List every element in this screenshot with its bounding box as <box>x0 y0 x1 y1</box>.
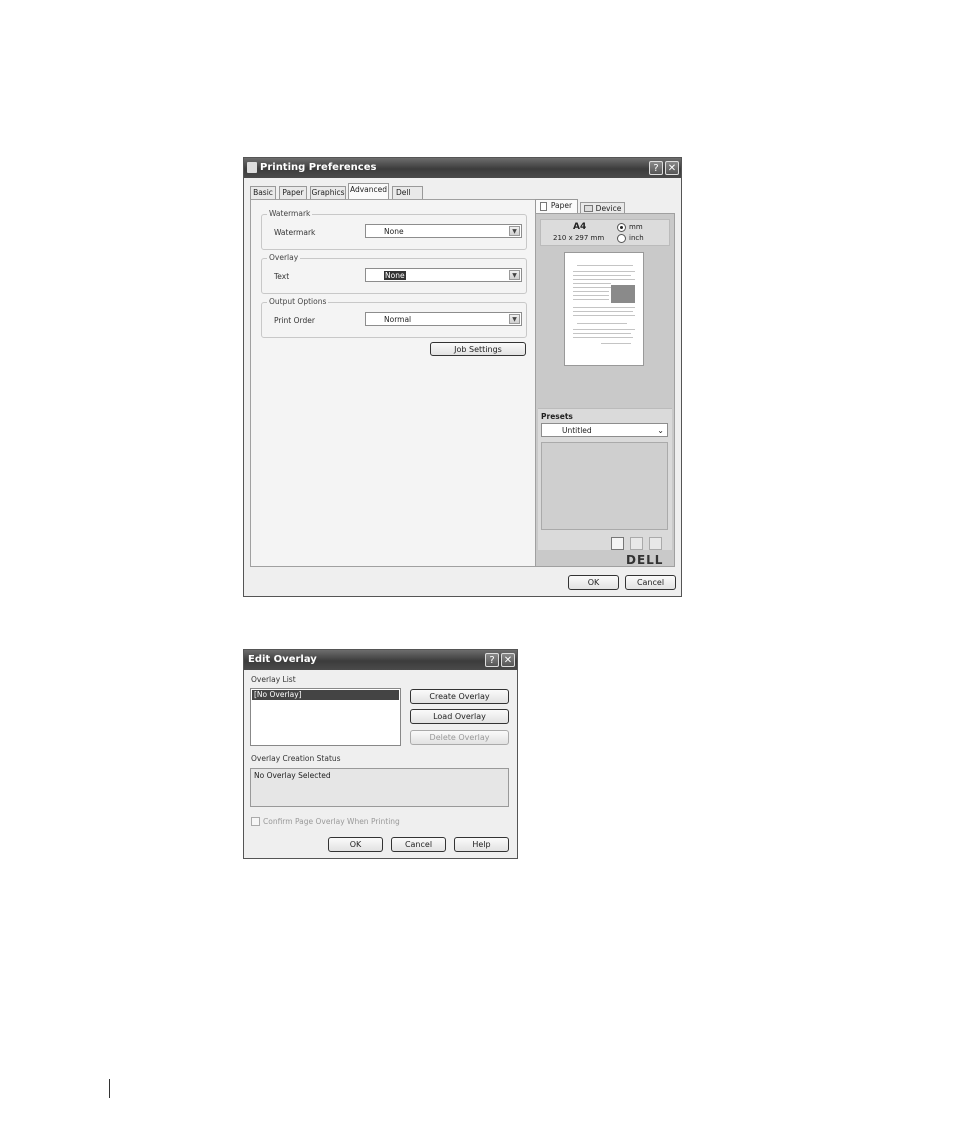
text-line <box>573 315 635 316</box>
tab-preview-paper[interactable]: Paper <box>535 199 578 214</box>
overlay-group: Overlay Text None ▼ <box>261 253 527 294</box>
window-title: Edit Overlay <box>248 654 317 665</box>
delete-overlay-button[interactable]: Delete Overlay <box>410 730 509 745</box>
list-item[interactable]: [No Overlay] <box>252 690 399 700</box>
watermark-value: None <box>384 227 404 236</box>
confirm-overlay-checkbox[interactable] <box>251 817 260 826</box>
text-line <box>573 295 609 296</box>
watermark-group: Watermark Watermark None ▼ <box>261 209 527 250</box>
window-title: Printing Preferences <box>260 162 377 173</box>
print-order-select[interactable]: Normal ▼ <box>365 312 522 326</box>
page-margin-line <box>109 1079 110 1098</box>
title-bar[interactable]: Edit Overlay <box>244 650 517 670</box>
print-order-label: Print Order <box>274 316 315 325</box>
help-button[interactable]: ? <box>649 161 663 175</box>
chevron-down-icon[interactable]: ▼ <box>509 270 520 280</box>
printer-icon <box>584 205 593 212</box>
text-line <box>573 279 635 280</box>
paper-info: A4 210 x 297 mm mm inch <box>540 219 670 246</box>
print-order-value: Normal <box>384 315 412 324</box>
load-overlay-button[interactable]: Load Overlay <box>410 709 509 724</box>
unit-mm-label: mm <box>629 223 643 231</box>
text-line <box>573 291 609 292</box>
paper-size: 210 x 297 mm <box>553 234 605 242</box>
close-button[interactable]: ✕ <box>501 653 515 667</box>
list-item-label: [No Overlay] <box>254 690 302 699</box>
preview-tab-strip: Paper Device <box>535 199 675 214</box>
tab-strip: Basic Paper Graphics Advanced Dell <box>250 183 540 200</box>
chevron-down-icon[interactable]: ⌄ <box>657 424 664 437</box>
text-line <box>573 283 611 284</box>
paper-name: A4 <box>573 222 587 232</box>
save-preset-icon[interactable] <box>630 537 643 550</box>
printing-preferences-window: Printing Preferences ? ✕ Basic Paper Gra… <box>243 157 682 597</box>
overlay-text-label: Text <box>274 272 290 281</box>
chevron-down-icon[interactable]: ▼ <box>509 226 520 236</box>
text-line <box>573 307 635 308</box>
help-button[interactable]: ? <box>485 653 499 667</box>
page-icon <box>540 202 547 211</box>
unit-inch-label: inch <box>629 234 644 242</box>
tab-graphics[interactable]: Graphics <box>310 186 346 199</box>
close-button[interactable]: ✕ <box>665 161 679 175</box>
presets-box: Presets Untitled ⌄ <box>538 408 672 550</box>
text-line <box>577 265 633 266</box>
radio-dot <box>620 226 623 229</box>
advanced-panel: Watermark Watermark None ▼ Overlay Text … <box>250 199 536 567</box>
output-options-group: Output Options Print Order Normal ▼ <box>261 297 527 338</box>
page-preview <box>564 252 644 366</box>
text-line <box>573 337 633 338</box>
overlay-group-label: Overlay <box>267 253 301 262</box>
title-bar[interactable]: Printing Preferences <box>244 158 681 178</box>
cancel-button[interactable]: Cancel <box>391 837 446 852</box>
presets-label: Presets <box>541 412 573 421</box>
printer-icon <box>247 162 257 173</box>
watermark-group-label: Watermark <box>267 209 313 218</box>
text-line <box>573 329 635 330</box>
watermark-label: Watermark <box>274 228 316 237</box>
text-line <box>577 323 627 324</box>
text-line <box>573 299 609 300</box>
unit-mm-radio[interactable] <box>617 223 626 232</box>
text-line <box>573 271 635 272</box>
overlay-status-box: No Overlay Selected <box>250 768 509 807</box>
output-options-group-label: Output Options <box>267 297 329 306</box>
photo-thumbnail <box>611 285 635 303</box>
edit-overlay-window: Edit Overlay ? ✕ Overlay List [No Overla… <box>243 649 518 859</box>
tab-dell[interactable]: Dell <box>392 186 423 199</box>
help-dialog-button[interactable]: Help <box>454 837 509 852</box>
overlay-select[interactable]: None ▼ <box>365 268 522 282</box>
preset-value: Untitled <box>562 426 592 435</box>
unit-inch-radio[interactable] <box>617 234 626 243</box>
text-line <box>573 275 631 276</box>
delete-preset-icon[interactable] <box>649 537 662 550</box>
overlay-list-label: Overlay List <box>251 675 296 684</box>
chevron-down-icon[interactable]: ▼ <box>509 314 520 324</box>
cancel-button[interactable]: Cancel <box>625 575 676 590</box>
text-line <box>573 287 611 288</box>
overlay-list[interactable]: [No Overlay] <box>250 688 401 746</box>
watermark-select[interactable]: None ▼ <box>365 224 522 238</box>
text-line <box>573 333 631 334</box>
ok-button[interactable]: OK <box>568 575 619 590</box>
ok-button[interactable]: OK <box>328 837 383 852</box>
overlay-value: None <box>384 271 406 280</box>
create-overlay-button[interactable]: Create Overlay <box>410 689 509 704</box>
dell-logo: DELL <box>626 553 664 567</box>
preview-panel: A4 210 x 297 mm mm inch Presets Untitled… <box>535 213 675 567</box>
tab-paper[interactable]: Paper <box>279 186 307 199</box>
text-line <box>601 343 631 344</box>
tab-basic[interactable]: Basic <box>250 186 276 199</box>
text-line <box>573 311 633 312</box>
overlay-status-text: No Overlay Selected <box>254 771 331 780</box>
presets-select[interactable]: Untitled ⌄ <box>541 423 668 437</box>
presets-list[interactable] <box>541 442 668 530</box>
job-settings-button[interactable]: Job Settings <box>430 342 526 356</box>
overlay-creation-status-label: Overlay Creation Status <box>251 754 341 763</box>
tab-advanced[interactable]: Advanced <box>348 183 389 200</box>
confirm-overlay-label: Confirm Page Overlay When Printing <box>263 817 400 826</box>
new-preset-icon[interactable] <box>611 537 624 550</box>
